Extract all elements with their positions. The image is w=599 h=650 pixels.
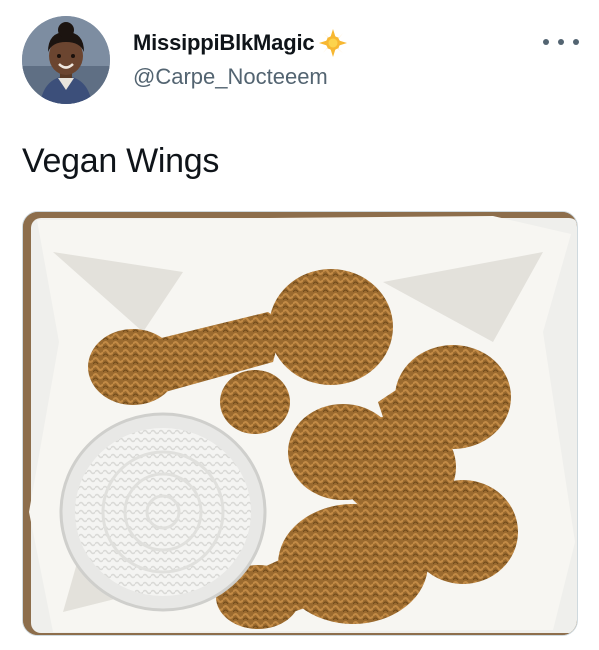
author-handle[interactable]: @Carpe_Nocteeem: [133, 64, 328, 90]
author-name-row[interactable]: MissippiBlkMagic: [133, 28, 348, 58]
tweet-media-photo[interactable]: [22, 211, 578, 636]
crochet-chicken-wings-photo-icon: [23, 212, 577, 635]
sun-emoji-icon: [319, 29, 348, 57]
child-portrait-icon: [22, 16, 110, 104]
author-display-name[interactable]: MissippiBlkMagic: [133, 30, 315, 56]
tweet-text: Vegan Wings: [22, 142, 220, 180]
more-horizontal-icon: [543, 39, 549, 45]
author-avatar[interactable]: [22, 16, 110, 104]
more-dot: [558, 39, 564, 45]
more-dot: [573, 39, 579, 45]
more-options-button[interactable]: [541, 30, 581, 54]
